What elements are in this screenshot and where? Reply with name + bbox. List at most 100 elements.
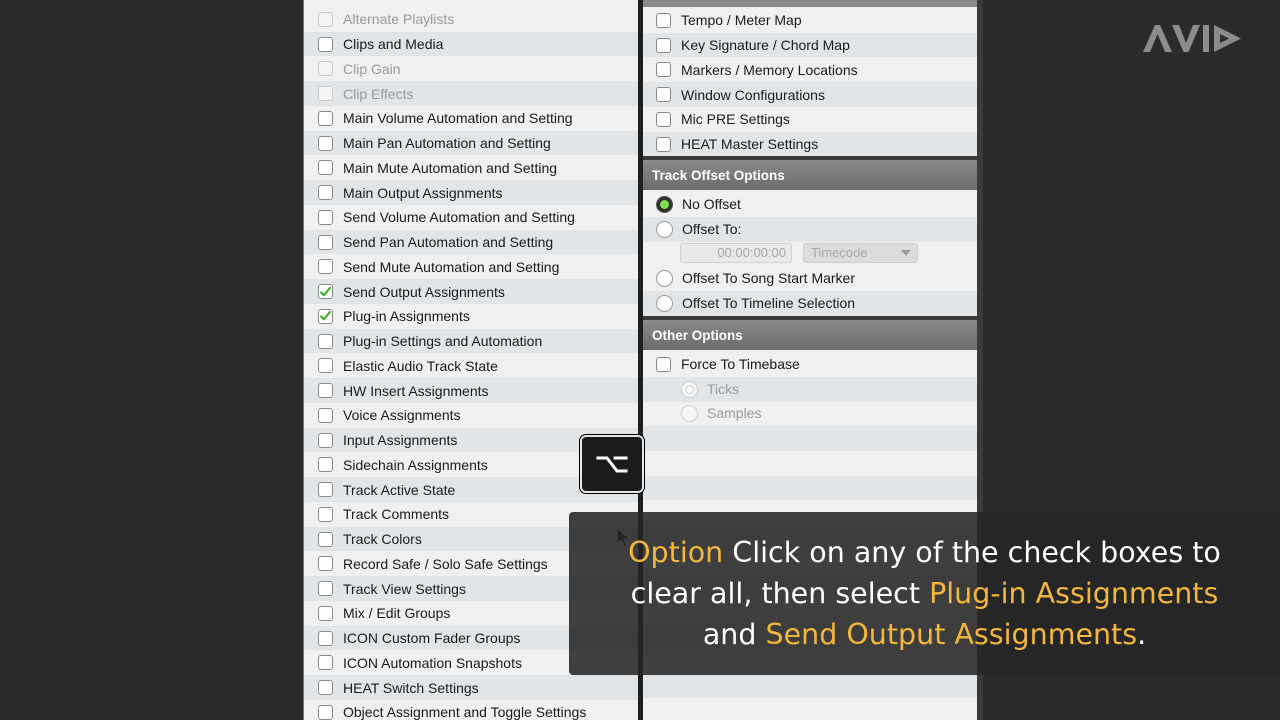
offset-timecode-field[interactable]: 00:00:00:00 [680, 243, 792, 263]
radio-no-offset-label: No Offset [682, 196, 741, 213]
offset-format-select-value: Timecode [811, 245, 868, 260]
checkbox-markers-memory-locations[interactable] [656, 62, 671, 78]
checkbox-sidechain-assignments[interactable] [318, 457, 333, 473]
option-row-main-pan-automation-and-setting[interactable]: Main Pan Automation and Setting [304, 130, 639, 156]
radio-ticks-indicator[interactable] [681, 380, 698, 398]
option-row-tempo-meter-map[interactable]: Tempo / Meter Map [643, 8, 977, 33]
option-row-hw-insert-assignments[interactable]: HW Insert Assignments [304, 378, 639, 403]
option-label: Clip Effects [343, 85, 414, 102]
option-row-plug-in-settings-and-automation[interactable]: Plug-in Settings and Automation [304, 328, 639, 354]
checkbox-track-view-settings[interactable] [318, 581, 333, 597]
option-row-heat-switch-settings[interactable]: HEAT Switch Settings [304, 675, 639, 700]
option-row-mic-pre-settings[interactable]: Mic PRE Settings [643, 107, 977, 132]
option-label: Track Comments [343, 506, 450, 523]
option-row-voice-assignments[interactable]: Voice Assignments [304, 403, 639, 428]
option-row-clip-effects: Clip Effects [304, 81, 639, 106]
force-to-timebase-checkbox[interactable] [656, 356, 671, 372]
checkbox-voice-assignments[interactable] [318, 407, 333, 423]
option-row-heat-master-settings[interactable]: HEAT Master Settings [643, 131, 977, 157]
checkbox-send-pan-automation-and-setting[interactable] [318, 234, 333, 250]
option-label: Tempo / Meter Map [681, 12, 802, 29]
checkbox-object-assignment-and-toggle-settings[interactable] [318, 704, 333, 720]
radio-offset-to-indicator[interactable] [656, 220, 673, 238]
option-row-main-output-assignments[interactable]: Main Output Assignments [304, 180, 639, 205]
radio-ticks[interactable]: Ticks [643, 377, 977, 402]
checkbox-alternate-playlists [318, 11, 333, 27]
checkbox-input-assignments[interactable] [318, 432, 333, 448]
checkbox-send-mute-automation-and-setting[interactable] [318, 259, 333, 275]
avid-logo [1143, 25, 1241, 52]
radio-samples[interactable]: Samples [643, 401, 977, 426]
option-label: Alternate Playlists [343, 11, 455, 28]
checkbox-window-configurations[interactable] [656, 87, 671, 103]
option-row-send-mute-automation-and-setting[interactable]: Send Mute Automation and Setting [304, 255, 639, 280]
option-label: Elastic Audio Track State [343, 357, 498, 374]
radio-no-offset-indicator[interactable] [656, 195, 673, 213]
radio-ticks-label: Ticks [707, 381, 740, 398]
radio-offset-to-label: Offset To: [682, 221, 742, 238]
option-label: Send Mute Automation and Setting [343, 258, 560, 275]
checkbox-plug-in-assignments[interactable] [318, 308, 333, 324]
track-offset-options-title: Track Offset Options [652, 167, 785, 183]
checkbox-clips-and-media[interactable] [318, 36, 333, 52]
checkbox-mix-edit-groups[interactable] [318, 605, 333, 621]
checkbox-send-output-assignments[interactable] [318, 284, 333, 300]
radio-samples-indicator[interactable] [681, 404, 698, 422]
force-to-timebase-row[interactable]: Force To Timebase [643, 352, 977, 377]
option-row-markers-memory-locations[interactable]: Markers / Memory Locations [643, 58, 977, 83]
radio-samples-label: Samples [707, 405, 762, 422]
checkbox-main-mute-automation-and-setting[interactable] [318, 160, 333, 176]
checkbox-track-comments[interactable] [318, 506, 333, 522]
checkbox-icon-automation-snapshots[interactable] [318, 655, 333, 671]
checkbox-plug-in-settings-and-automation[interactable] [318, 333, 333, 349]
option-label: Object Assignment and Toggle Settings [343, 704, 587, 720]
option-row-clip-gain: Clip Gain [304, 57, 639, 82]
radio-song-start-indicator[interactable] [656, 269, 673, 287]
checkbox-mic-pre-settings[interactable] [656, 111, 671, 127]
radio-offset-to[interactable]: Offset To: [643, 217, 977, 242]
option-row-clips-and-media[interactable]: Clips and Media [304, 31, 639, 57]
option-row-send-volume-automation-and-setting[interactable]: Send Volume Automation and Setting [304, 205, 639, 230]
option-label: Main Mute Automation and Setting [343, 159, 558, 176]
option-row-key-signature-chord-map[interactable]: Key Signature / Chord Map [643, 32, 977, 58]
empty-row [643, 673, 977, 699]
checkbox-send-volume-automation-and-setting[interactable] [318, 209, 333, 225]
caption-text-1: Click on any of the check boxes to [723, 536, 1221, 569]
option-row-object-assignment-and-toggle-settings[interactable]: Object Assignment and Toggle Settings [304, 700, 639, 720]
empty-row [643, 475, 977, 501]
option-label: Input Assignments [343, 432, 458, 449]
radio-timeline-selection-indicator[interactable] [656, 294, 673, 312]
offset-format-select[interactable]: Timecode [803, 243, 918, 263]
option-row-main-mute-automation-and-setting[interactable]: Main Mute Automation and Setting [304, 156, 639, 181]
radio-timeline-selection[interactable]: Offset To Timeline Selection [643, 291, 977, 316]
option-row-window-configurations[interactable]: Window Configurations [643, 82, 977, 107]
option-row-send-pan-automation-and-setting[interactable]: Send Pan Automation and Setting [304, 229, 639, 255]
checkbox-record-safe-solo-safe-settings[interactable] [318, 556, 333, 572]
checkbox-track-active-state[interactable] [318, 482, 333, 498]
checkbox-tempo-meter-map[interactable] [656, 12, 671, 28]
checkbox-icon-custom-fader-groups[interactable] [318, 630, 333, 646]
option-key-badge: ⌥ [580, 435, 644, 493]
checkbox-main-volume-automation-and-setting[interactable] [318, 110, 333, 126]
other-options-header: Other Options [643, 320, 977, 350]
checkbox-main-pan-automation-and-setting[interactable] [318, 135, 333, 151]
checkbox-hw-insert-assignments[interactable] [318, 383, 333, 399]
option-row-main-volume-automation-and-setting[interactable]: Main Volume Automation and Setting [304, 106, 639, 131]
track-offset-options-header: Track Offset Options [643, 160, 977, 190]
checkbox-main-output-assignments[interactable] [318, 185, 333, 201]
option-label: ICON Custom Fader Groups [343, 630, 521, 647]
option-label: Record Safe / Solo Safe Settings [343, 555, 548, 572]
checkbox-heat-master-settings[interactable] [656, 136, 671, 152]
empty-row [643, 426, 977, 451]
checkbox-key-signature-chord-map[interactable] [656, 37, 671, 53]
checkbox-elastic-audio-track-state[interactable] [318, 358, 333, 374]
option-label: Main Volume Automation and Setting [343, 110, 573, 127]
option-row-send-output-assignments[interactable]: Send Output Assignments [304, 279, 639, 304]
option-row-elastic-audio-track-state[interactable]: Elastic Audio Track State [304, 354, 639, 379]
option-row-plug-in-assignments[interactable]: Plug-in Assignments [304, 304, 639, 329]
checkbox-track-colors[interactable] [318, 531, 333, 547]
checkbox-heat-switch-settings[interactable] [318, 680, 333, 696]
option-label: Markers / Memory Locations [681, 61, 858, 78]
radio-song-start-marker[interactable]: Offset To Song Start Marker [643, 266, 977, 291]
radio-no-offset[interactable]: No Offset [643, 192, 977, 217]
